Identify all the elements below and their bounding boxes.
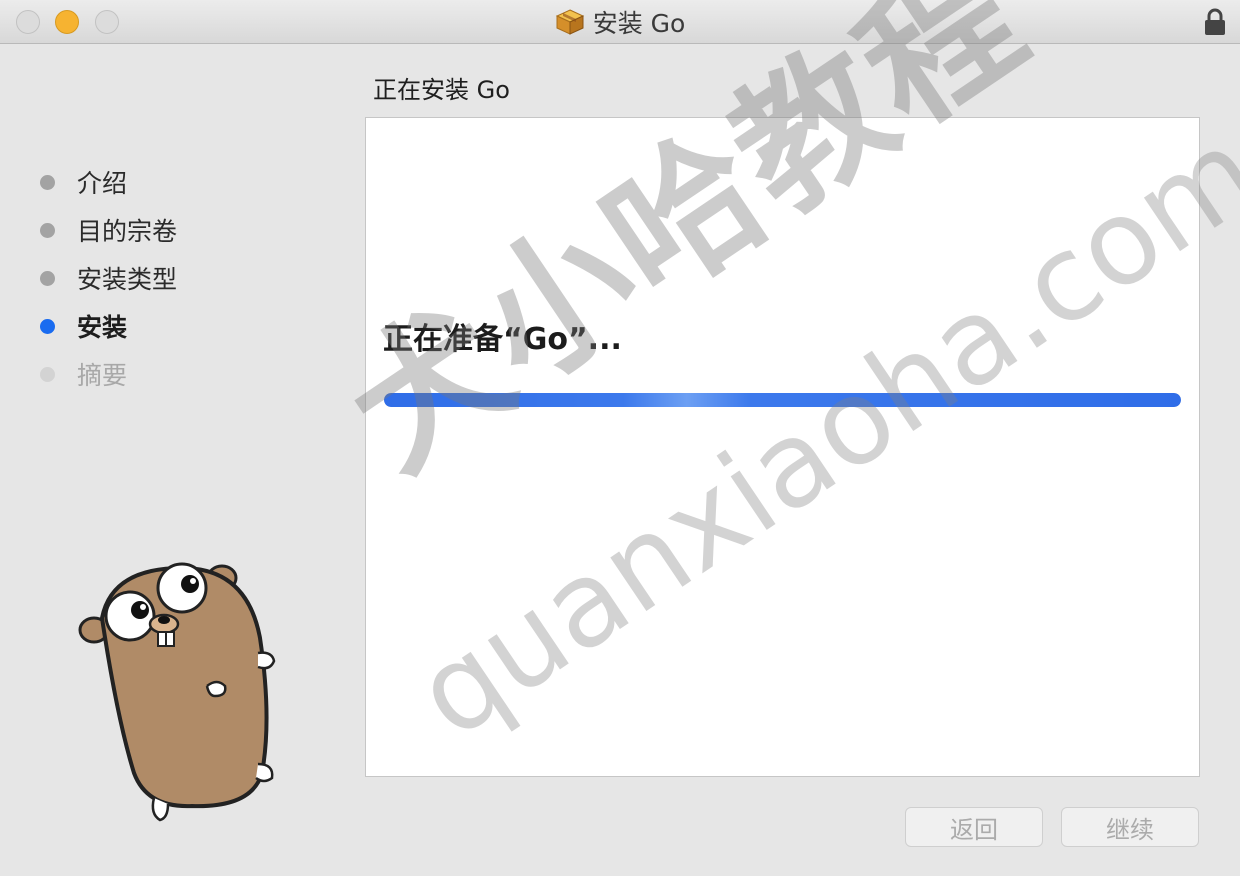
step-label: 安装 (77, 313, 128, 342)
step-indicator (40, 270, 55, 286)
step-indicator (40, 318, 55, 334)
step-indicator (40, 366, 55, 382)
lock-icon[interactable] (1204, 8, 1226, 36)
step-label: 目的宗卷 (77, 217, 178, 246)
gopher-mascot (78, 562, 276, 822)
page-title: 正在安装 Go (373, 76, 510, 104)
step-summary: 摘要 (40, 350, 177, 398)
step-install: 安装 (40, 302, 177, 350)
step-installation-type: 安装类型 (40, 254, 177, 302)
step-indicator (40, 222, 55, 238)
window-title: 安装 Go (592, 9, 686, 38)
step-indicator (40, 174, 55, 190)
progress-fill (384, 393, 1181, 407)
step-introduction: 介绍 (40, 158, 177, 206)
title-bar: 安装 Go (0, 0, 1240, 44)
step-destination: 目的宗卷 (40, 206, 177, 254)
step-label: 介绍 (77, 169, 128, 198)
progress-bar (384, 393, 1181, 407)
step-label: 摘要 (77, 361, 128, 390)
back-button[interactable]: 返回 (905, 807, 1043, 847)
status-text: 正在准备“Go”... (383, 322, 622, 357)
install-progress-panel: 正在准备“Go”... (365, 117, 1200, 777)
installer-steps: 介绍 目的宗卷 安装类型 安装 摘要 (40, 158, 177, 398)
step-label: 安装类型 (77, 265, 178, 294)
package-icon (555, 9, 584, 35)
continue-button[interactable]: 继续 (1061, 807, 1199, 847)
